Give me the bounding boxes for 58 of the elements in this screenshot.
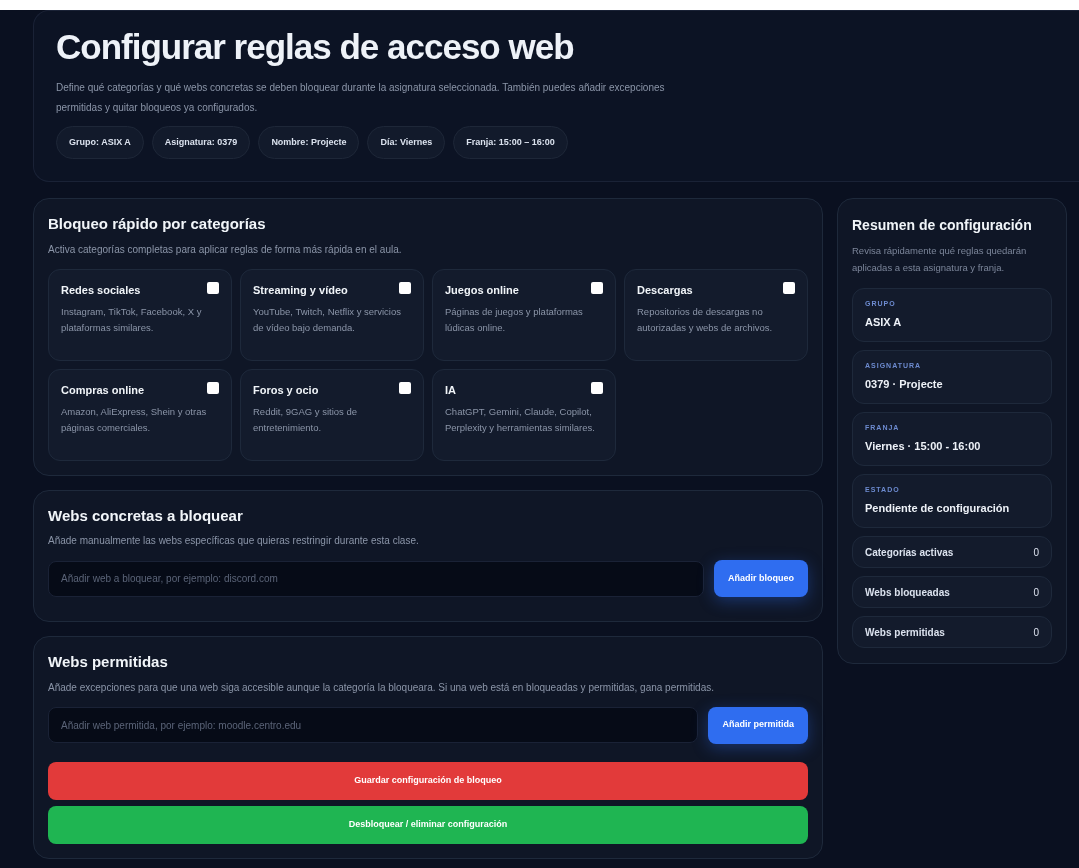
url-field[interactable]: Añadir web permitida, por ejemplo: moodle.centro.edu [48,707,699,743]
add-button[interactable]: Añadir bloqueo [714,560,808,597]
info-chip: Día: Viernes [367,125,446,159]
category-name: IA [445,382,456,398]
add-button[interactable]: Añadir permitida [708,706,808,744]
counter-value: 0 [1033,545,1039,560]
action-button[interactable]: Guardar configuración de bloqueo [48,761,808,800]
category-card[interactable]: Streaming y vídeo YouTube, Twitch, Netflix y servicios de vídeo bajo demanda. [240,268,424,361]
category-checkbox[interactable] [783,281,795,294]
field-value: 0379 · Projecte [865,376,944,392]
category-card[interactable]: Juegos online Páginas de juegos y plataformas lúdicas online. [432,268,616,361]
field-value: Viernes · 15:00 - 16:00 [865,438,982,454]
category-checkbox[interactable] [591,281,603,294]
category-name: Compras online [61,382,145,398]
category-card[interactable]: Compras online Amazon, AliExpress, Shein y otras páginas comerciales. [48,368,232,461]
category-name: Descargas [637,282,693,298]
page-title: Configurar reglas de acceso web [56,26,575,68]
url-field[interactable]: Añadir web a bloquear, por ejemplo: discord.com [48,560,704,597]
category-description: Instagram, TikTok, Facebook, X y plataformas similares. [61,305,203,335]
section-description: Revisa rápidamente qué reglas quedarán aplicadas a esta asignatura y franja. [852,244,1028,275]
info-chip: Franja: 15:00 – 16:00 [453,125,568,159]
category-card[interactable]: IA ChatGPT, Gemini, Claude, Copilot, Perplexity y herramientas similares. [432,368,616,461]
counter-value: 0 [1033,625,1039,640]
category-name: Foros y ocio [253,382,319,398]
category-description: ChatGPT, Gemini, Claude, Copilot, Perplexity y herramientas similares. [445,405,596,435]
page-description: Define qué categorías y qué webs concretas se deben bloquear durante la asignatura seleccionada. También puedes añadir excepciones permitidas y quitar bloqueos ya configurados. [56,80,666,115]
info-chip: Grupo: ASIX A [56,125,144,159]
category-description: Páginas de juegos y plataformas lúdicas online. [445,305,584,335]
category-name: Streaming y vídeo [253,282,348,298]
category-description: Reddit, 9GAG y sitios de entretenimiento. [253,405,359,435]
field-value: Pendiente de configuración [865,500,1011,516]
category-card[interactable]: Redes sociales Instagram, TikTok, Facebook, X y plataformas similares. [48,268,232,361]
counter-value: 0 [1033,585,1039,600]
section-description: Activa categorías completas para aplicar reglas de forma más rápida en el aula. [48,242,403,257]
section-title: Resumen de configuración [852,216,1033,235]
category-card[interactable]: Descargas Repositorios de descargas no autorizadas y webs de archivos. [624,268,808,361]
info-chip: Asignatura: 0379 [151,125,251,159]
info-chip: Nombre: Projecte [258,125,360,159]
category-checkbox[interactable] [399,381,411,394]
category-description: Repositorios de descargas no autorizadas y webs de archivos. [637,305,774,335]
field-value: ASIX A [865,314,903,330]
category-checkbox[interactable] [399,281,411,294]
category-card[interactable]: Foros y ocio Reddit, 9GAG y sitios de entretenimiento. [240,368,424,461]
section-title: Webs concretas a bloquear [48,505,244,526]
section-description: Añade manualmente las webs específicas que quieras restringir durante esta clase. [48,534,420,548]
category-description: Amazon, AliExpress, Shein y otras páginas comerciales. [61,405,208,435]
category-name: Redes sociales [61,282,141,298]
counter-label: Categorías activas [865,545,954,560]
counter-label: Webs bloqueadas [865,585,950,600]
category-checkbox[interactable] [207,381,219,394]
counter-label: Webs permitidas [865,625,945,640]
category-description: YouTube, Twitch, Netflix y servicios de vídeo bajo demanda. [253,305,402,335]
category-checkbox[interactable] [591,381,603,394]
section-title: Webs permitidas [48,652,169,672]
category-name: Juegos online [445,282,519,298]
section-description: Añade excepciones para que una web siga accesible aunque la categoría la bloqueara. Si una web está en bloqueadas y permitidas, gana permitidas. [48,680,715,695]
section-title: Bloqueo rápido por categorías [48,214,267,234]
category-checkbox[interactable] [207,281,219,294]
